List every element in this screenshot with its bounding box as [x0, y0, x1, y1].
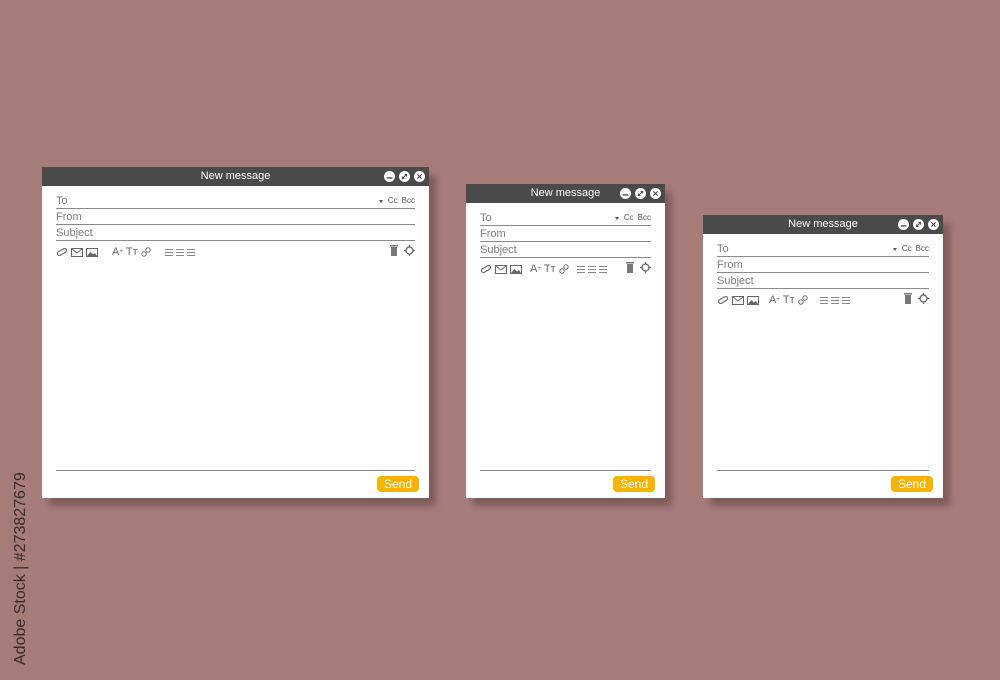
subject-field[interactable]: Subject [717, 274, 929, 289]
from-field[interactable]: From [717, 258, 929, 273]
message-body[interactable] [717, 470, 929, 471]
title-bar[interactable]: New message [703, 215, 943, 234]
message-body[interactable] [480, 470, 651, 471]
close-icon [931, 222, 936, 227]
minimize-button[interactable] [620, 188, 631, 199]
paperclip-icon[interactable] [480, 263, 492, 275]
to-label: To [56, 195, 68, 207]
formatting-toolbar: A + Tт [56, 245, 415, 259]
maximize-button[interactable] [913, 219, 924, 230]
message-body[interactable] [56, 470, 415, 471]
minimize-icon [900, 225, 907, 227]
text-style-button[interactable]: Tт [126, 246, 138, 258]
link-icon[interactable] [140, 246, 151, 258]
link-icon[interactable] [797, 294, 808, 306]
window-title: New message [200, 170, 271, 182]
chevron-down-icon[interactable] [892, 247, 897, 251]
send-button[interactable]: Send [613, 476, 655, 492]
envelope-icon[interactable] [71, 246, 83, 258]
align-icon[interactable] [819, 294, 850, 306]
settings-icon[interactable] [918, 293, 929, 307]
envelope-icon[interactable] [732, 294, 744, 306]
compose-window-small: New message To Cc Bcc From Subject A + Tт [703, 215, 943, 498]
link-icon[interactable] [558, 263, 569, 275]
close-icon [417, 174, 422, 179]
close-button[interactable] [928, 219, 939, 230]
close-button[interactable] [650, 188, 661, 199]
maximize-icon [637, 190, 644, 197]
subject-label: Subject [480, 244, 517, 256]
minimize-button[interactable] [898, 219, 909, 230]
trash-icon[interactable] [904, 293, 912, 307]
align-icon[interactable] [576, 263, 607, 275]
text-style-button[interactable]: Tт [544, 263, 556, 275]
from-field[interactable]: From [56, 210, 415, 225]
font-size-sup: + [776, 297, 780, 303]
window-title: New message [788, 218, 858, 230]
image-icon[interactable] [86, 246, 98, 258]
title-bar[interactable]: New message [42, 167, 429, 186]
settings-icon[interactable] [404, 245, 415, 259]
font-size-button[interactable]: A + [769, 294, 780, 306]
close-icon [653, 191, 658, 196]
font-size-label: A [112, 246, 120, 258]
align-icon[interactable] [164, 246, 195, 258]
minimize-button[interactable] [384, 171, 395, 182]
maximize-icon [401, 173, 408, 180]
paperclip-icon[interactable] [56, 246, 68, 258]
bcc-button[interactable]: Bcc [916, 243, 929, 255]
cc-button[interactable]: Cc [624, 212, 634, 224]
bcc-button[interactable]: Bcc [638, 212, 651, 224]
formatting-toolbar: A + Tт [717, 293, 929, 307]
font-size-button[interactable]: A + [530, 263, 541, 275]
minimize-icon [622, 194, 629, 196]
from-label: From [717, 259, 743, 271]
paperclip-icon[interactable] [717, 294, 729, 306]
minimize-icon [386, 177, 393, 179]
maximize-button[interactable] [399, 171, 410, 182]
envelope-icon[interactable] [495, 263, 507, 275]
from-field[interactable]: From [480, 227, 651, 242]
formatting-toolbar: A + Tт [480, 262, 651, 276]
trash-icon[interactable] [626, 262, 634, 276]
send-button[interactable]: Send [377, 476, 419, 492]
subject-field[interactable]: Subject [480, 243, 651, 258]
cc-button[interactable]: Cc [388, 195, 398, 207]
close-button[interactable] [414, 171, 425, 182]
compose-window-large: New message To Cc Bcc From Subject A + Tт [42, 167, 429, 498]
settings-icon[interactable] [640, 262, 651, 276]
window-title: New message [530, 187, 601, 199]
subject-field[interactable]: Subject [56, 226, 415, 241]
trash-icon[interactable] [390, 245, 398, 259]
image-icon[interactable] [510, 263, 522, 275]
to-label: To [480, 212, 492, 224]
compose-window-medium: New message To Cc Bcc From Subject A + Tт [466, 184, 665, 498]
to-field[interactable]: To Cc Bcc [480, 211, 651, 226]
font-size-label: A [530, 263, 538, 275]
maximize-button[interactable] [635, 188, 646, 199]
font-size-label: A [769, 294, 777, 306]
cc-button[interactable]: Cc [902, 243, 912, 255]
text-style-button[interactable]: Tт [783, 294, 795, 306]
from-label: From [480, 228, 506, 240]
to-label: To [717, 243, 729, 255]
font-size-sup: + [119, 249, 123, 255]
subject-label: Subject [717, 275, 754, 287]
to-field[interactable]: To Cc Bcc [56, 194, 415, 209]
image-icon[interactable] [747, 294, 759, 306]
bcc-button[interactable]: Bcc [402, 195, 415, 207]
to-field[interactable]: To Cc Bcc [717, 242, 929, 257]
stock-id-text: Adobe Stock | #273827679 [12, 472, 29, 665]
chevron-down-icon[interactable] [378, 199, 383, 203]
chevron-down-icon[interactable] [614, 216, 619, 220]
subject-label: Subject [56, 227, 93, 239]
maximize-icon [915, 221, 922, 228]
font-size-sup: + [537, 266, 541, 272]
title-bar[interactable]: New message [466, 184, 665, 203]
send-button[interactable]: Send [891, 476, 933, 492]
font-size-button[interactable]: A + [112, 246, 123, 258]
from-label: From [56, 211, 82, 223]
